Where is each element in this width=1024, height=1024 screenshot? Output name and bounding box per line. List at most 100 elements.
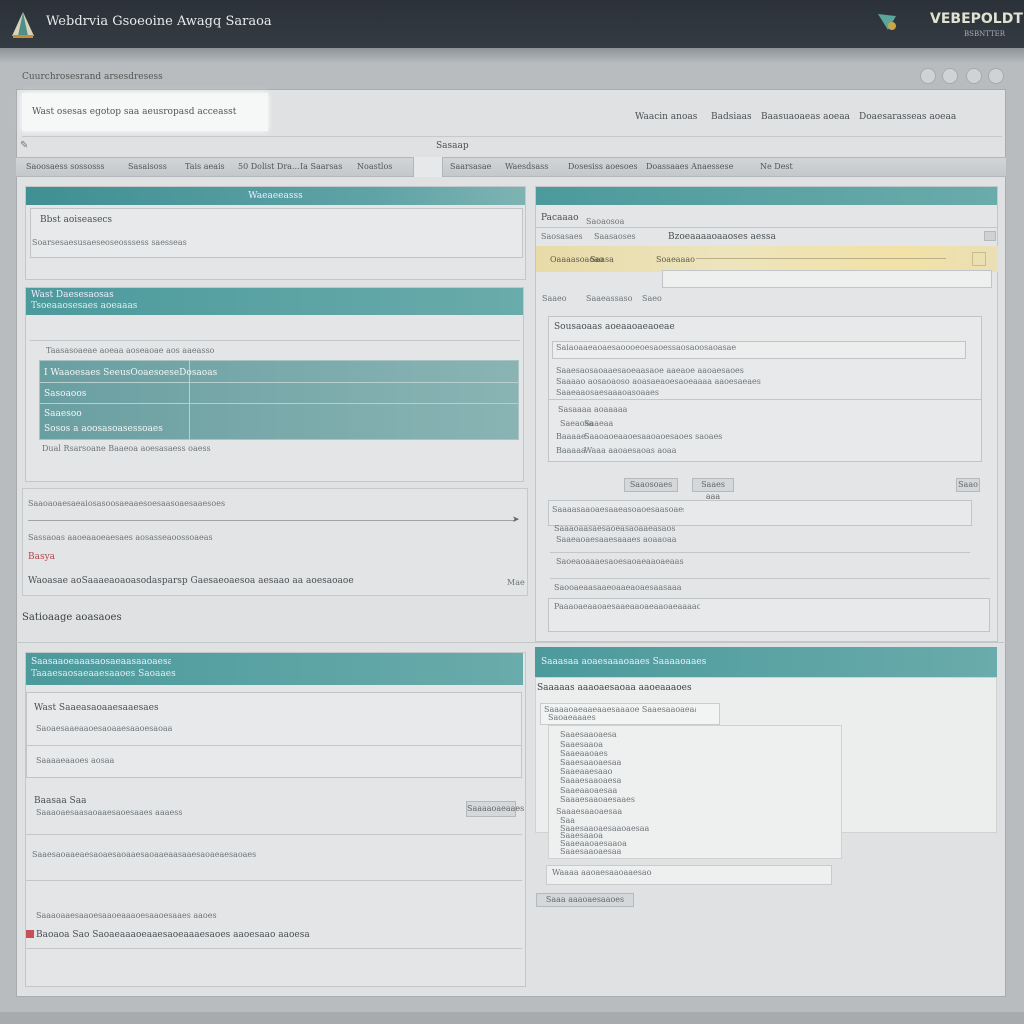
right-row-1-label: Pacaaao: [541, 213, 579, 223]
right-panel-2-button[interactable]: Saaa aaaoaesaaoes: [536, 893, 634, 907]
dropdown-toggle[interactable]: [984, 231, 996, 241]
left-panel-4-row-line: Saaaoaesaasaoaaesaoesaaes aaaess: [36, 808, 183, 817]
tab-5[interactable]: Ia Saarsas: [300, 162, 342, 171]
list-item[interactable]: Saaesaaoaesaa: [560, 847, 621, 856]
brand-subtitle: BSBNTTER: [964, 30, 1006, 38]
slider-track[interactable]: [28, 520, 514, 521]
left-panel-4-subtitle: Taaaesaosaeaaesaaoes Saoaaes: [31, 669, 176, 679]
tab-6[interactable]: Noastlos: [357, 162, 392, 171]
list-item[interactable]: Saaeaaoaesaa: [560, 786, 617, 795]
left-panel-4-bottom-line: Saaaoaaesaaoesaaoeaaaoesaaoesaaes aaoes: [36, 911, 217, 920]
detail-line-d: Saooaeaasaaeoaaeaoaesaasaaa: [554, 583, 682, 592]
inline-input[interactable]: [662, 270, 992, 288]
app-logo-icon[interactable]: [10, 10, 36, 40]
detail-field-3-value: Paaaoaeaaoaesaaeaaoaeaaoaeaaaaoaeaesaaae…: [554, 602, 700, 611]
brand-name: VEBEPOLDTE: [930, 11, 1024, 27]
list-item[interactable]: Saaaesaaoaesaaes: [560, 795, 635, 804]
divider: [550, 552, 970, 553]
detail-title: Sousaoaas aoeaaoaeaoeae: [554, 322, 675, 332]
left-panel-1-line1: Bbst aoiseasecs: [40, 215, 113, 225]
list-item[interactable]: Saaaesaaoaesa: [560, 776, 621, 785]
tab-active[interactable]: [413, 157, 443, 177]
divider: [16, 642, 1006, 643]
left-panel-2-subtitle: Tsoeaaosesaes aoeaaas: [31, 301, 138, 311]
detail-button-b[interactable]: Saaes aaa: [692, 478, 734, 501]
left-panel-3-line3: Waoasae aoSaaaeaoaoasodasparsp Gaesaeoae…: [28, 576, 354, 586]
left-panel-3-line1: Saaoaoaesaeaiosasoosaeaaesoesaasoaesaaes…: [28, 499, 226, 508]
tab-8[interactable]: Waesdsass: [505, 162, 548, 171]
refresh-button[interactable]: [942, 68, 958, 84]
detail-input-value: Saiaoaaeaoaesaoooeoesaoessaosaoosaoasae: [556, 343, 737, 352]
top-link-1[interactable]: Waacin anoas: [635, 112, 697, 122]
divider: [26, 745, 522, 746]
left-panel-1-line2: Soarsesaesusaeseoseosssess saesseas: [32, 238, 187, 247]
divider: [26, 880, 522, 881]
detail-kv-1: Sasaaaa aoaaaaa: [558, 405, 628, 414]
left-panel-4-row-button[interactable]: Saaaaoaeaaes: [466, 801, 524, 817]
right-row-2-label: Saosasaes: [541, 232, 583, 241]
detail-field-2-value: Saaaasaaoaesaaeasoaoesaasoaesaoaeaoaoesa…: [552, 505, 684, 514]
tab-1[interactable]: Saoosaess sossosss: [26, 162, 105, 171]
table-row[interactable]: I Waaoesaes SeeusOoaesoeseDosaoas: [44, 368, 217, 378]
breadcrumb[interactable]: Cuurchrosesrand arsesdresess: [22, 72, 163, 82]
table-row[interactable]: Saaesoo: [44, 409, 82, 419]
right-panel-2-field-b: Saoaeaaaes: [548, 713, 596, 722]
status-bar: [0, 1012, 1024, 1024]
top-link-2[interactable]: Badsiaas: [711, 112, 752, 122]
left-panel-2-title: Wast Daesesaosas: [31, 290, 114, 300]
right-row-2-value: Saasaoses: [594, 232, 636, 241]
tab-2[interactable]: Sasaisoss: [128, 162, 167, 171]
divider: [26, 834, 522, 835]
list-item[interactable]: Saaaesaaoaesaa: [556, 807, 622, 816]
divider: [550, 578, 990, 579]
left-panel-4-row-title: Baasaa Saa: [34, 796, 87, 806]
left-panel-4-box-title: Wast Saaeasaoaaesaaesaes: [34, 703, 159, 713]
right-panel-2-subtitle: Saaaaas aaaoaesaoaa aaoeaaaoes: [537, 683, 692, 693]
left-panel-4-box-line: Saoaesaaeaaoesaoaaesaaoesaoaa: [36, 724, 173, 733]
center-label: Sasaap: [436, 141, 469, 151]
tab-11[interactable]: Ne Dest: [760, 162, 793, 171]
list-item[interactable]: Saaeaaoaes: [560, 749, 608, 758]
detail-line-2: Saaaao aosaoaoso aoasaeaoesaoeaaaa aaoes…: [556, 377, 761, 386]
right-row-1-value: Saoaosoa: [586, 217, 625, 226]
list-item[interactable]: Saaesaaoaesa: [560, 730, 617, 739]
left-panel-2-label: Taasasoaeae aoeaa aoseaoae aos aaeasso: [46, 346, 215, 355]
detail-button-a[interactable]: Saaosoaes: [624, 478, 678, 492]
settings-button[interactable]: [966, 68, 982, 84]
row-divider: [40, 382, 518, 383]
top-link-4[interactable]: Doaesarasseas aoeaa: [859, 112, 956, 122]
right-row-4-extra: Saeo: [642, 294, 662, 303]
detail-button-c[interactable]: Saao: [956, 478, 980, 492]
list-item[interactable]: Saaesaaoaesaa: [560, 758, 621, 767]
right-row-4-value: Saaeassaso: [586, 294, 633, 303]
top-link-3[interactable]: Baasuaoaeas aoeaa: [761, 112, 850, 122]
row-divider: [40, 403, 518, 404]
tab-4[interactable]: 50 Dolist Dra...: [238, 162, 300, 171]
detail-kv-3-value: Saaoaoeaaoesaaoaoesaoes saoaes: [584, 432, 723, 441]
detail-kv-4-value: Waaa aaoaesaoas aoaa: [584, 446, 677, 455]
right-panel-2-title: Saaasaa aoaesaaaoaaes Saaaaoaaes: [541, 657, 707, 667]
tab-7[interactable]: Saarsasae: [450, 162, 491, 171]
close-button[interactable]: [988, 68, 1004, 84]
row-action-button[interactable]: [972, 252, 986, 266]
left-panel-4-long-line: Saaesaoaaeaesaoaesaoaaesaoaaeaasaaesaoae…: [32, 850, 257, 859]
list-item[interactable]: Saaesaaoa: [560, 740, 603, 749]
tab-3[interactable]: Tais aeais: [185, 162, 225, 171]
detail-kv-4-key: Baaaaa: [556, 446, 586, 455]
tab-9[interactable]: Dosesiss aoesoes: [568, 162, 638, 171]
arrow-right-icon[interactable]: ➤: [512, 515, 520, 525]
list-item[interactable]: Saaeaaesaao: [560, 767, 613, 776]
detail-line-a: Saaaoaasaesaoeasaoaaeasaos: [554, 524, 676, 533]
tab-10[interactable]: Doassaaes Anaessese: [646, 162, 733, 171]
detail-line-1: Saaesaosaoaaesaoeaasaoe aaeaoe aaoaesaoe…: [556, 366, 744, 375]
header-shadow-bar: [0, 48, 1024, 62]
brand-emblem-icon: [878, 14, 896, 30]
search-field[interactable]: Wast osesas egotop saa aeusropasd acceas…: [22, 93, 268, 131]
app-header: Webdrvia Gsoeoine Awagq Saraoa VEBEPOLDT…: [0, 0, 1024, 48]
minimize-button[interactable]: [920, 68, 936, 84]
table-row[interactable]: Sosos a aoosasoasessoaes: [44, 424, 163, 434]
left-panel-3-accent: Basya: [28, 552, 56, 562]
divider: [22, 136, 1002, 137]
pin-icon[interactable]: ✎: [20, 140, 30, 151]
table-row[interactable]: Sasoaoos: [44, 389, 86, 399]
